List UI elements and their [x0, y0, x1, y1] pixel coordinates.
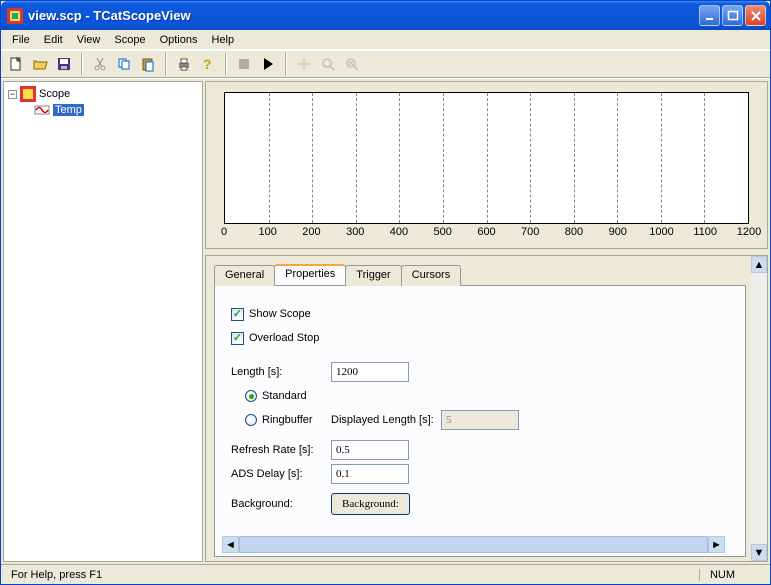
background-button[interactable]: Background:	[331, 493, 410, 515]
tab-content: Show Scope Overload Stop Length [s]:	[214, 285, 746, 557]
checkbox-icon	[231, 308, 244, 321]
tree-root-row[interactable]: − Scope	[8, 86, 198, 102]
vertical-scrollbar[interactable]: ▲ ▼	[750, 256, 767, 561]
tab-properties[interactable]: Properties	[274, 264, 346, 285]
length-label: Length [s]:	[231, 366, 331, 378]
stop-button[interactable]	[233, 53, 255, 75]
tree-root-label: Scope	[39, 88, 70, 100]
menu-scope[interactable]: Scope	[107, 32, 152, 48]
close-button[interactable]	[745, 5, 766, 26]
open-button[interactable]	[29, 53, 51, 75]
toolbar: ?	[1, 50, 770, 78]
status-num: NUM	[699, 569, 745, 581]
displayed-length-input	[441, 410, 519, 430]
x-axis-labels: 0 100 200 300 400 500 600 700 800 900 10…	[224, 226, 749, 244]
right-panel: 0 100 200 300 400 500 600 700 800 900 10…	[205, 81, 768, 562]
tab-general[interactable]: General	[214, 265, 275, 286]
properties-panel: General Properties Trigger Cursors Show …	[205, 255, 768, 562]
statusbar: For Help, press F1 NUM	[1, 564, 770, 584]
channel-icon	[34, 102, 50, 118]
new-button[interactable]	[5, 53, 27, 75]
scroll-down-icon[interactable]: ▼	[751, 544, 767, 561]
displayed-length-label: Displayed Length [s]:	[331, 414, 441, 426]
scroll-thumb[interactable]	[239, 536, 708, 553]
ads-delay-label: ADS Delay [s]:	[231, 468, 331, 480]
titlebar: view.scp - TCatScopeView	[1, 1, 770, 30]
menu-edit[interactable]: Edit	[37, 32, 70, 48]
standard-radio[interactable]: Standard	[231, 384, 729, 408]
menu-help[interactable]: Help	[204, 32, 241, 48]
app-window: view.scp - TCatScopeView File Edit View …	[0, 0, 771, 585]
paste-button[interactable]	[137, 53, 159, 75]
zoom-button[interactable]	[317, 53, 339, 75]
show-scope-checkbox[interactable]: Show Scope	[231, 302, 729, 326]
tab-cursors[interactable]: Cursors	[401, 265, 462, 286]
copy-button[interactable]	[113, 53, 135, 75]
scroll-right-icon[interactable]: ►	[708, 536, 725, 553]
svg-text:?: ?	[203, 56, 212, 72]
save-button[interactable]	[53, 53, 75, 75]
refresh-rate-label: Refresh Rate [s]:	[231, 444, 331, 456]
ads-delay-input[interactable]	[331, 464, 409, 484]
length-input[interactable]	[331, 362, 409, 382]
crosshair-button[interactable]	[293, 53, 315, 75]
checkbox-icon	[231, 332, 244, 345]
tab-trigger[interactable]: Trigger	[345, 265, 401, 286]
horizontal-scrollbar[interactable]: ◄ ►	[222, 536, 725, 553]
scroll-up-icon[interactable]: ▲	[751, 256, 767, 273]
background-label: Background:	[231, 498, 331, 510]
zoom-reset-button[interactable]	[341, 53, 363, 75]
status-help: For Help, press F1	[5, 569, 108, 581]
play-button[interactable]	[257, 53, 279, 75]
scroll-left-icon[interactable]: ◄	[222, 536, 239, 553]
tab-strip: General Properties Trigger Cursors	[214, 264, 746, 285]
menu-file[interactable]: File	[5, 32, 37, 48]
minimize-button[interactable]	[699, 5, 720, 26]
cut-button[interactable]	[89, 53, 111, 75]
window-title: view.scp - TCatScopeView	[28, 8, 697, 23]
tree-panel: − Scope Temp	[3, 81, 203, 562]
chart-panel: 0 100 200 300 400 500 600 700 800 900 10…	[205, 81, 768, 249]
app-icon	[7, 8, 23, 24]
overload-stop-checkbox[interactable]: Overload Stop	[231, 326, 729, 350]
radio-icon	[245, 414, 257, 426]
main-area: − Scope Temp	[1, 78, 770, 564]
print-button[interactable]	[173, 53, 195, 75]
tree-child-label: Temp	[53, 104, 84, 116]
scope-plot[interactable]	[224, 92, 749, 224]
menubar: File Edit View Scope Options Help	[1, 30, 770, 50]
help-button[interactable]: ?	[197, 53, 219, 75]
tree-child-row[interactable]: Temp	[8, 102, 198, 118]
ringbuffer-radio[interactable]: Ringbuffer	[231, 414, 331, 426]
radio-icon	[245, 390, 257, 402]
refresh-rate-input[interactable]	[331, 440, 409, 460]
scope-icon	[20, 86, 36, 102]
menu-options[interactable]: Options	[153, 32, 205, 48]
tree-collapse-icon[interactable]: −	[8, 90, 17, 99]
maximize-button[interactable]	[722, 5, 743, 26]
menu-view[interactable]: View	[70, 32, 108, 48]
